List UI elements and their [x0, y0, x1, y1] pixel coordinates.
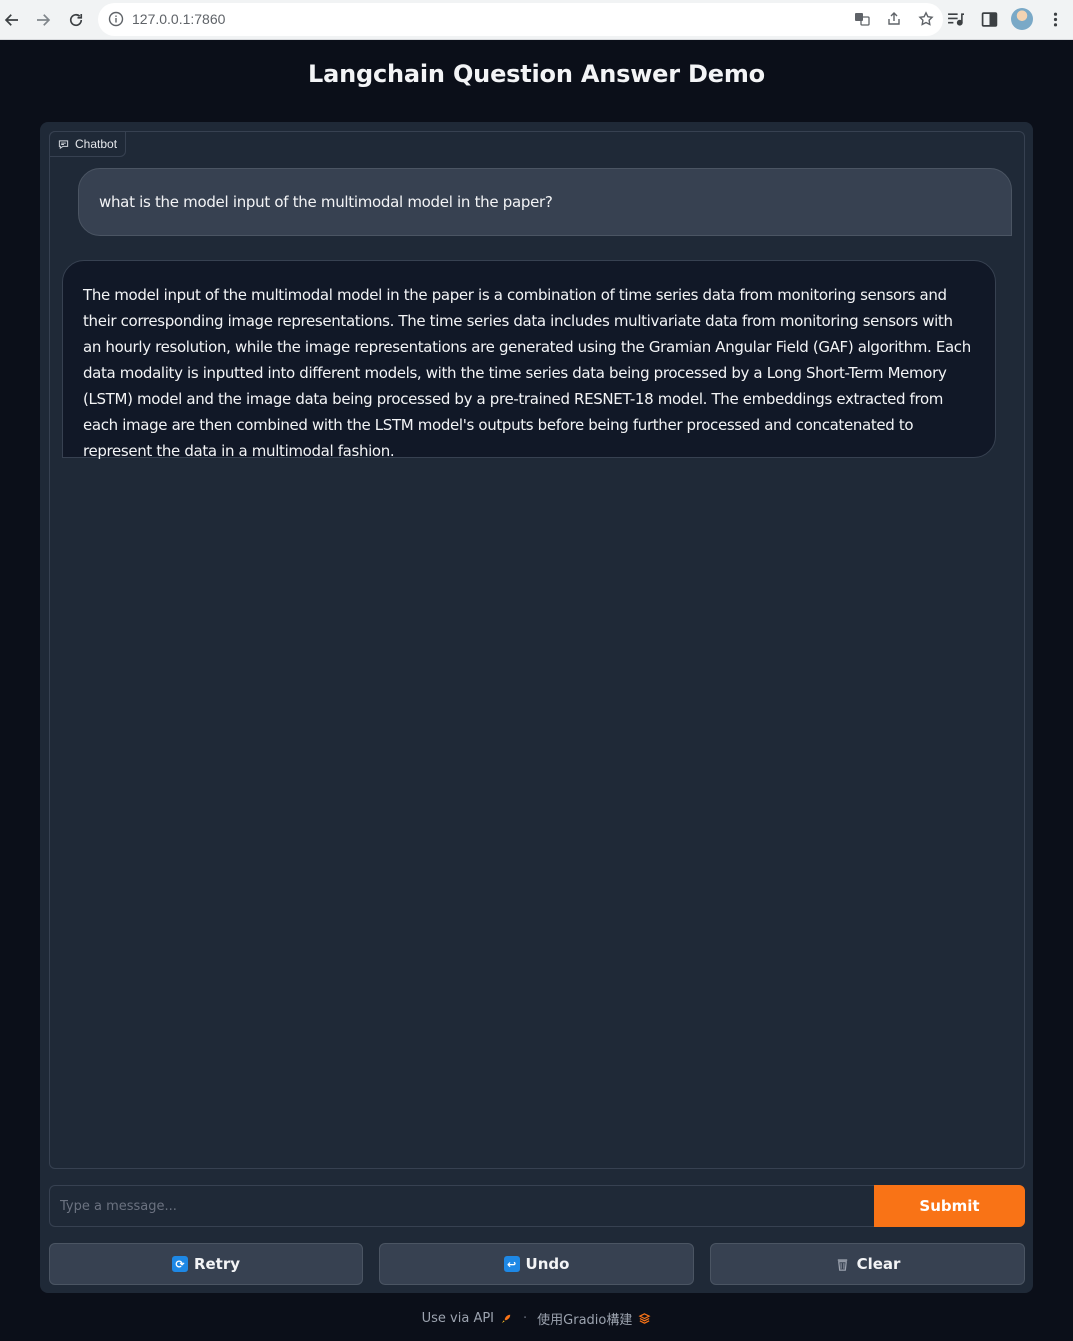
use-via-api-link[interactable]: Use via API [422, 1311, 494, 1326]
trash-icon [835, 1256, 851, 1272]
user-message: what is the model input of the multimoda… [78, 168, 1012, 236]
site-info-icon[interactable] [108, 11, 124, 27]
clear-label: Clear [856, 1255, 901, 1273]
address-bar[interactable]: 127.0.0.1:7860 [98, 3, 943, 36]
undo-icon: ↩ [503, 1256, 520, 1272]
chat-bubble-icon [58, 139, 69, 150]
message-input[interactable] [49, 1185, 875, 1227]
rocket-icon [500, 1312, 513, 1325]
retry-label: Retry [193, 1255, 241, 1273]
user-message-text: what is the model input of the multimoda… [99, 193, 553, 211]
page-title: Langchain Question Answer Demo [308, 60, 765, 88]
undo-button[interactable]: ↩ Undo [379, 1243, 694, 1285]
browser-toolbar: 127.0.0.1:7860 [0, 0, 1073, 40]
side-panel-icon[interactable] [977, 7, 1001, 31]
built-with-gradio-link[interactable]: 使用Gradio構建 [537, 1309, 632, 1328]
forward-arrow-icon[interactable] [31, 8, 55, 32]
undo-label: Undo [525, 1255, 570, 1273]
bot-message: The model input of the multimodal model … [62, 260, 996, 460]
retry-button[interactable]: ⟳ Retry [49, 1243, 363, 1285]
bookmark-star-icon[interactable] [917, 9, 935, 29]
submit-button[interactable]: Submit [874, 1185, 1025, 1227]
chatbot-label-text: Chatbot [75, 137, 118, 151]
media-control-icon[interactable] [943, 7, 967, 31]
footer-separator: · [523, 1311, 528, 1326]
browser-menu-icon[interactable] [1043, 7, 1067, 31]
url-text[interactable]: 127.0.0.1:7860 [132, 11, 225, 27]
profile-avatar[interactable] [1011, 8, 1033, 30]
share-icon[interactable] [885, 9, 903, 29]
back-arrow-icon[interactable] [0, 8, 24, 32]
chatbot-label: Chatbot [49, 131, 127, 157]
gradio-logo-icon [638, 1312, 651, 1325]
bot-message-text: The model input of the multimodal model … [83, 286, 971, 460]
reload-icon[interactable] [64, 8, 88, 32]
clear-button[interactable]: Clear [710, 1243, 1025, 1285]
translate-icon[interactable] [853, 9, 871, 29]
footer: Use via API · 使用Gradio構建 [0, 1309, 1073, 1328]
retry-icon: ⟳ [171, 1256, 188, 1272]
